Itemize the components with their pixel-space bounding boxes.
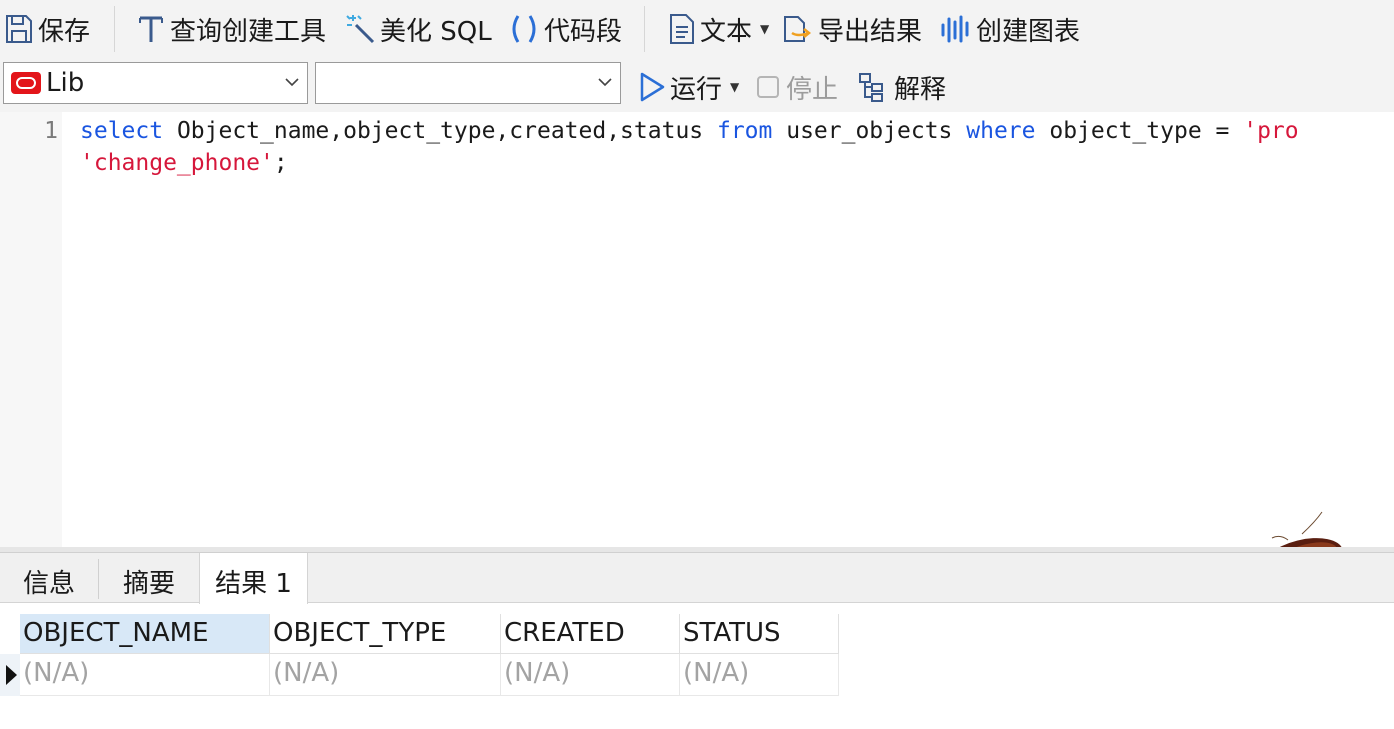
chevron-down-icon: ▼ (760, 22, 770, 36)
text-mode-dropdown[interactable]: 文本 ▼ (668, 8, 769, 50)
beautify-sql-button[interactable]: 美化 SQL (344, 8, 492, 50)
explain-label: 解释 (894, 74, 947, 105)
sql-text: user_objects (772, 118, 967, 144)
connection-select[interactable]: Lib (3, 62, 308, 104)
create-chart-button[interactable]: 创建图表 (940, 8, 1080, 50)
line-number: 1 (44, 118, 58, 144)
column-header[interactable]: STATUS (680, 614, 839, 654)
bug-icon (1260, 511, 1344, 547)
sql-text: ; (273, 150, 288, 176)
table-cell[interactable]: (N/A) (680, 654, 839, 696)
magic-wand-icon (346, 15, 375, 44)
sql-text: object_type = (1035, 118, 1244, 144)
oracle-icon (11, 72, 41, 94)
schema-select[interactable] (315, 62, 621, 104)
export-icon (784, 16, 812, 42)
stop-button[interactable]: 停止 (756, 66, 838, 108)
chevron-down-icon: ▼ (730, 80, 740, 94)
text-mode-label: 文本 (700, 16, 753, 47)
connection-toolbar: Lib 运行 ▼ 停止 解释 (0, 58, 1394, 112)
chevron-down-icon (285, 78, 299, 87)
table-cell[interactable]: (N/A) (20, 654, 270, 696)
sql-keyword: from (716, 118, 773, 144)
code-line: select Object_name,object_type,created,s… (80, 118, 1299, 144)
connection-name: Lib (46, 68, 85, 98)
result-tabs: 信息 摘要 结果 1 (0, 553, 1394, 604)
chevron-down-icon (598, 78, 612, 87)
sql-keyword: select (80, 118, 164, 144)
sql-editor[interactable]: 1 select Object_name,object_type,created… (0, 112, 1394, 547)
column-header[interactable]: CREATED (501, 614, 680, 654)
run-button[interactable]: 运行 ▼ (638, 66, 739, 108)
export-result-label: 导出结果 (818, 16, 923, 47)
table-cell[interactable]: (N/A) (270, 654, 501, 696)
create-chart-label: 创建图表 (976, 16, 1081, 47)
sql-keyword: where (966, 118, 1036, 144)
beautify-sql-label: 美化 SQL (380, 16, 492, 47)
play-icon (640, 72, 665, 102)
tab-info[interactable]: 信息 (0, 553, 98, 603)
export-result-button[interactable]: 导出结果 (782, 8, 922, 50)
column-header[interactable]: OBJECT_TYPE (270, 614, 501, 654)
explain-button[interactable]: 解释 (858, 66, 946, 108)
query-builder-label: 查询创建工具 (170, 16, 327, 47)
current-row-indicator (0, 654, 20, 696)
chart-icon (941, 15, 969, 43)
stop-icon (757, 76, 779, 98)
save-button[interactable]: 保存 (4, 8, 90, 50)
tab-summary[interactable]: 摘要 (99, 553, 199, 603)
line-number-gutter: 1 (0, 112, 62, 547)
stop-label: 停止 (786, 74, 839, 105)
sql-string: 'pro (1243, 118, 1299, 144)
save-label: 保存 (38, 16, 91, 47)
query-builder-icon (139, 16, 163, 42)
toolbar-divider (644, 6, 645, 52)
code-snippet-button[interactable]: 代码段 (508, 8, 622, 50)
explain-plan-icon (859, 73, 883, 102)
main-toolbar: 保存 查询创建工具 美化 SQL 代码段 文本 ▼ 导出结果 创建图表 (0, 0, 1394, 58)
tab-result-1[interactable]: 结果 1 (199, 553, 308, 604)
sql-string: 'change_phone' (80, 150, 274, 176)
query-builder-button[interactable]: 查询创建工具 (136, 8, 326, 50)
code-snippet-label: 代码段 (544, 16, 623, 47)
code-line: 'change_phone'; (80, 150, 288, 176)
sql-text: Object_name,object_type,created,status (163, 118, 717, 144)
toolbar-divider (114, 6, 115, 52)
run-label: 运行 (670, 74, 723, 105)
save-icon (6, 15, 32, 43)
document-icon (670, 14, 694, 44)
table-cell[interactable]: (N/A) (501, 654, 680, 696)
column-header[interactable]: OBJECT_NAME (20, 614, 270, 654)
parentheses-icon (512, 15, 536, 43)
